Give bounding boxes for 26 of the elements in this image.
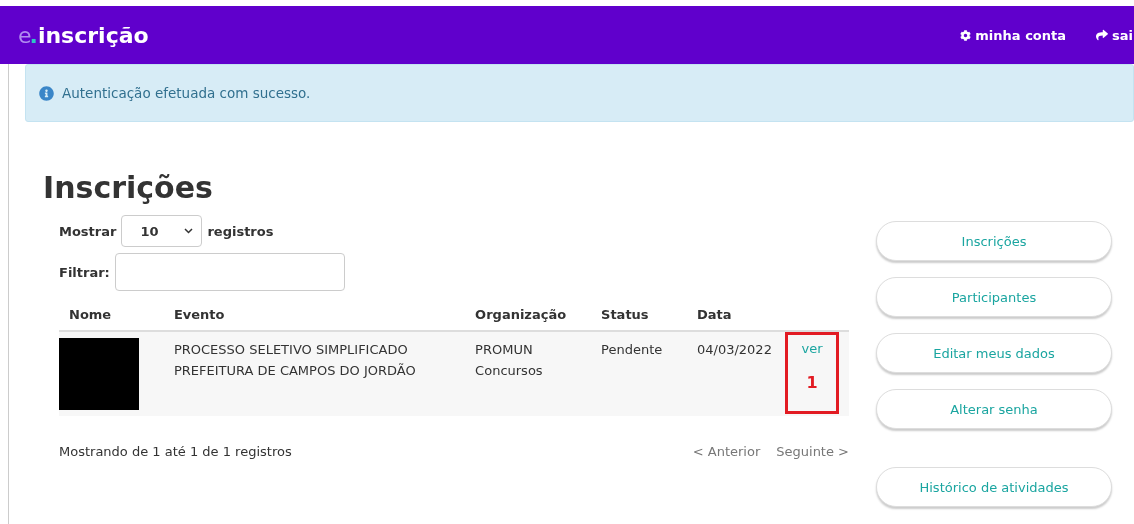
menu-button[interactable]: Participantes <box>876 277 1112 317</box>
records-info: Mostrando de 1 até 1 de 1 registros <box>59 444 292 459</box>
table-cell: PROMUN Concursos <box>465 331 592 416</box>
menu-button[interactable]: Editar meus dados <box>876 333 1112 373</box>
page-title: Inscrições <box>43 170 214 205</box>
view-link[interactable]: ver <box>801 339 823 360</box>
account-link[interactable]: minha conta <box>960 27 1067 43</box>
menu-button[interactable]: Histórico de atividades <box>876 467 1112 507</box>
table-cell: 04/03/2022 <box>686 331 785 416</box>
logo: e.inscrição <box>18 22 149 48</box>
table-cell: Pendente <box>591 331 687 416</box>
share-arrow-icon <box>1096 29 1109 41</box>
records-label: registros <box>207 223 274 239</box>
alert-text: Autenticação efetuada com sucesso. <box>62 85 311 101</box>
chevron-icon <box>184 228 194 234</box>
logout-link[interactable]: sai <box>1096 27 1133 43</box>
filter-label: Filtrar: <box>59 264 110 280</box>
page-size-select[interactable]: 10 <box>121 215 203 247</box>
gear-icon <box>960 29 972 41</box>
menu-button[interactable]: Inscrições <box>876 221 1112 261</box>
annotation-number: 1 <box>806 371 818 394</box>
info-icon <box>39 85 54 101</box>
show-label: Mostrar <box>59 223 117 239</box>
filter-field[interactable] <box>114 253 345 291</box>
table-cell: PROCESSO SELETIVO SIMPLIFICADO PREFEITURA DE CAMPOS DO JORDÃO <box>163 331 466 416</box>
menu-button[interactable]: Alterar senha <box>876 389 1112 429</box>
